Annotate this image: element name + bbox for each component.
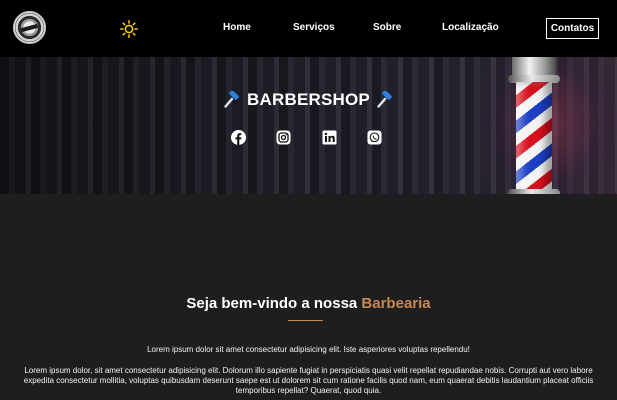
- facebook-icon[interactable]: [231, 130, 246, 145]
- sun-icon[interactable]: [120, 20, 139, 39]
- instagram-icon[interactable]: [276, 130, 291, 145]
- heading-divider: [288, 320, 323, 321]
- welcome-heading-accent: Barbearia: [361, 295, 431, 312]
- contatos-button[interactable]: Contatos: [546, 18, 599, 39]
- description-paragraph: Lorem ipsum dolor, sit amet consectetur …: [23, 366, 594, 395]
- nav-link-localizacao[interactable]: Localização: [442, 22, 499, 33]
- welcome-heading-text: Seja bem-vindo a nossa: [186, 295, 362, 312]
- whatsapp-icon[interactable]: [367, 130, 382, 145]
- hero-banner: [0, 57, 617, 194]
- nav-link-home[interactable]: Home: [223, 22, 251, 33]
- intro-paragraph: Lorem ipsum dolor sit amet consectetur a…: [147, 345, 470, 354]
- barber-pole-base: [508, 189, 560, 194]
- brand-title: BARBERSHOP: [247, 90, 370, 109]
- hammer-icon: [376, 90, 394, 109]
- nav-link-sobre[interactable]: Sobre: [373, 22, 401, 33]
- hammer-icon: [223, 90, 241, 109]
- nav-link-servicos[interactable]: Serviços: [293, 22, 335, 33]
- barbershop-logo[interactable]: [13, 11, 46, 44]
- linkedin-icon[interactable]: [322, 130, 337, 145]
- hero-title: BARBERSHOP: [0, 89, 617, 111]
- navbar: Home Serviços Sobre Localização Contatos: [0, 0, 617, 57]
- welcome-heading: Seja bem-vindo a nossa Barbearia: [0, 295, 617, 312]
